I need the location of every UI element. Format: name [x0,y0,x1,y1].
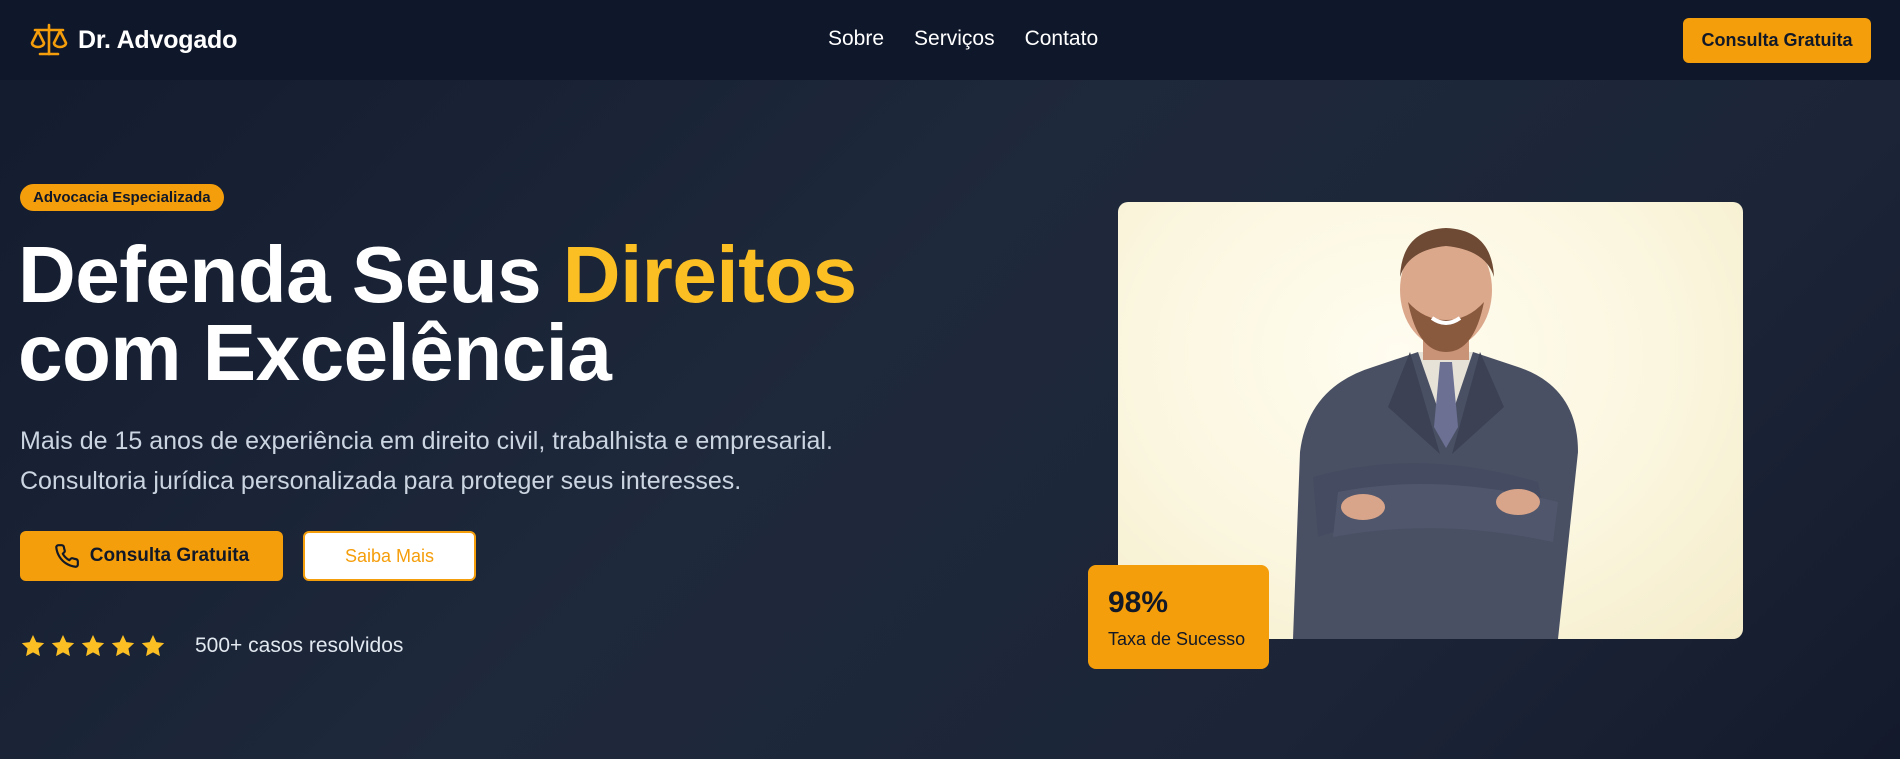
nav-link-contato[interactable]: Contato [1025,27,1099,51]
headline-accent: Direitos [562,230,857,319]
specialty-badge: Advocacia Especializada [20,184,224,211]
rating-stars [20,633,170,659]
consultation-button[interactable]: Consulta Gratuita [20,531,283,581]
consultation-button-label: Consulta Gratuita [89,545,250,566]
success-rate-card: 98% Taxa de Sucesso [1088,565,1269,669]
headline-part1: Defenda Seus [18,230,563,319]
brand-name: Dr. Advogado [78,25,238,54]
learn-more-button[interactable]: Saiba Mais [303,531,476,581]
star-icon [81,634,105,657]
header-consultation-button[interactable]: Consulta Gratuita [1683,18,1871,63]
hero-headline: Defenda Seus Direitos com Excelência [18,235,898,393]
star-icon [21,634,45,657]
headline-part2: com Excelência [18,308,612,397]
phone-icon [55,544,79,568]
cases-resolved-text: 500+ casos resolvidos [195,634,404,657]
scales-icon [30,23,68,56]
star-icon [51,634,75,657]
subtitle-line-1: Mais de 15 anos de experiência em direit… [20,427,833,455]
success-rate-value: 98% [1108,586,1169,619]
star-icon [111,634,135,657]
hero-subtitle: Mais de 15 anos de experiência em direit… [20,421,920,501]
nav-link-servicos[interactable]: Serviços [914,27,995,51]
subtitle-line-2: Consultoria jurídica personalizada para … [20,467,742,495]
main-nav: Sobre Serviços Contato [828,27,1128,51]
navbar: Dr. Advogado Sobre Serviços Contato Cons… [0,0,1900,80]
nav-link-sobre[interactable]: Sobre [828,27,884,51]
success-rate-label: Taxa de Sucesso [1108,629,1246,649]
brand-logo[interactable]: Dr. Advogado [30,22,237,58]
star-icon [141,634,165,657]
